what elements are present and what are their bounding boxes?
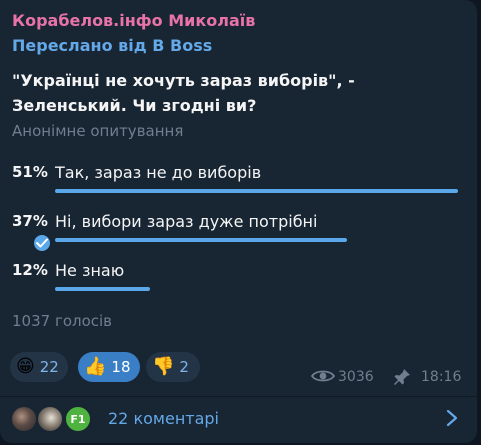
commenter-avatar <box>10 405 38 433</box>
commenter-avatar-initials: F1 <box>64 405 92 433</box>
eye-icon <box>310 369 336 387</box>
poll-type-label: Анонімне опитування <box>12 122 184 140</box>
comments-label[interactable]: 22 коментарі <box>108 409 219 428</box>
poll-option-percent: 12% <box>12 261 48 279</box>
message-bubble: Корабелов.інфо Миколаїв Переслано від B … <box>0 0 477 443</box>
reaction-count: 2 <box>179 358 189 376</box>
reaction-grinning[interactable]: 😁 22 <box>10 352 68 382</box>
poll-option-bar <box>55 287 150 291</box>
poll-option-bar <box>55 238 347 242</box>
poll-option-percent: 37% <box>12 212 48 230</box>
poll-option-percent: 51% <box>12 163 48 181</box>
chevron-right-icon[interactable] <box>446 409 458 431</box>
reaction-count: 22 <box>39 358 59 376</box>
forwarded-from[interactable]: Переслано від B Boss <box>12 36 212 55</box>
reaction-count: 18 <box>111 358 131 376</box>
poll-option[interactable]: 51% Так, зараз не до виборів <box>0 163 477 203</box>
view-count: 3036 <box>338 369 374 385</box>
poll-option-text: Ні, вибори зараз дуже потрібні <box>55 212 318 231</box>
poll-option-bar <box>55 189 458 193</box>
chosen-check-icon <box>32 233 52 253</box>
channel-name[interactable]: Корабелов.інфо Миколаїв <box>12 11 255 30</box>
poll-option[interactable]: 12% Не знаю <box>0 261 477 301</box>
poll-option[interactable]: 37% Ні, вибори зараз дуже потрібні <box>0 212 477 253</box>
commenter-avatar <box>36 405 64 433</box>
reaction-thumbs-up[interactable]: 👍 18 <box>78 352 140 382</box>
thumbs-down-icon: 👎 <box>152 356 175 377</box>
grinning-face-icon: 😁 <box>16 356 35 377</box>
divider <box>0 396 477 397</box>
poll-question: "Українці не хочуть зараз виборів", - Зе… <box>12 71 355 115</box>
poll-option-text: Так, зараз не до виборів <box>55 163 262 182</box>
pin-icon[interactable] <box>393 368 411 390</box>
poll-option-text: Не знаю <box>55 261 125 280</box>
message-time: 18:16 <box>421 369 462 385</box>
thumbs-up-icon: 👍 <box>84 356 107 377</box>
reaction-thumbs-down[interactable]: 👎 2 <box>146 352 200 382</box>
poll-total-votes: 1037 голосів <box>12 312 113 330</box>
